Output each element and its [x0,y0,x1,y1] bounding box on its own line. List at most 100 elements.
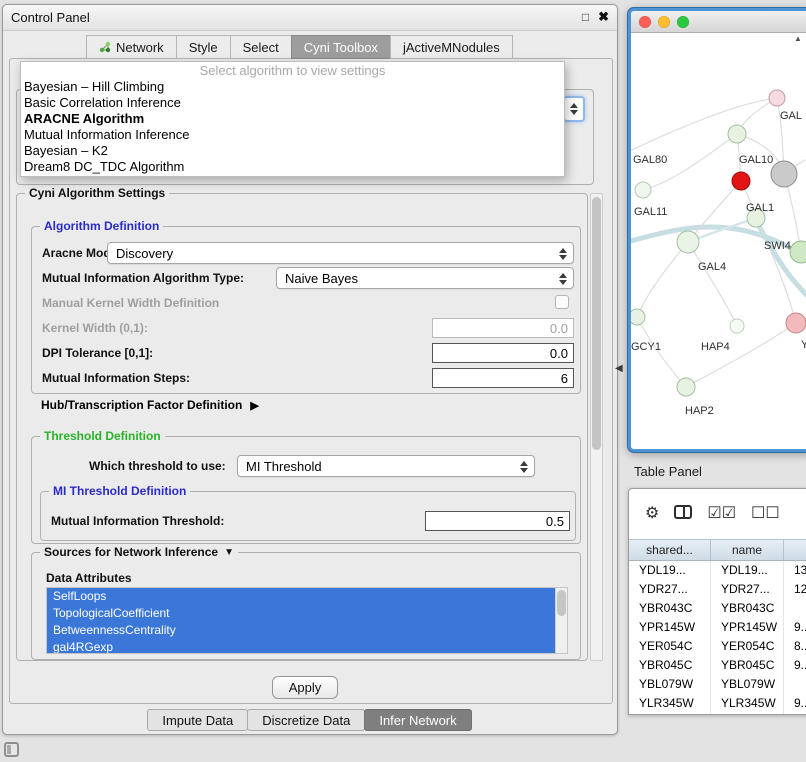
which-threshold-select[interactable]: MI Threshold [237,455,535,477]
table-cell: YBL079W [711,675,784,694]
algorithm-option[interactable]: Mutual Information Inference [21,127,564,143]
aracne-mode-select[interactable]: Discovery [107,242,574,264]
attribute-item[interactable]: gal4RGexp [47,639,567,654]
table-row[interactable]: YBR043CYBR043C [629,599,806,618]
settings-scrollbar[interactable] [590,193,603,661]
columns-icon[interactable] [674,505,692,523]
tab-select[interactable]: Select [230,35,292,59]
select-rows-icon[interactable]: ☑☑ [707,506,736,522]
control-panel-titlebar[interactable]: Control Panel □ ✖ [3,5,617,31]
network-node[interactable] [790,241,806,263]
attribute-item[interactable]: TopologicalCoefficient [47,605,567,622]
table-row[interactable]: YDL19...YDL19...13... [629,561,806,580]
table-row[interactable]: YER054CYER054C8... [629,637,806,656]
network-view-window: GAL80GAL10GAL11GAL1SWI4GAL4GCY1HAP4HAP2G… [628,8,806,452]
column-header[interactable] [784,540,806,560]
tab-cyni-toolbox[interactable]: Cyni Toolbox [291,35,391,59]
tab-jactivemnodules[interactable]: jActiveMNodules [390,35,513,59]
sources-group-title[interactable]: Sources for Network Inference ▼ [40,545,238,559]
attribute-item[interactable]: BetweennessCentrality [47,622,567,639]
scroll-up-arrow-icon[interactable]: ▲ [794,34,802,43]
tab-label: jActiveMNodules [403,40,500,55]
tab-label: Style [189,40,218,55]
mi-threshold-group-title: MI Threshold Definition [49,484,190,498]
network-node[interactable] [786,313,806,333]
kernel-width-input[interactable] [432,318,574,338]
network-node[interactable] [771,161,797,187]
network-node-label: GAL4 [698,261,726,273]
network-node[interactable] [677,378,695,396]
table-cell: 13... [784,561,806,580]
tab-style[interactable]: Style [176,35,231,59]
network-node[interactable] [730,319,744,333]
which-threshold-value: MI Threshold [246,459,322,474]
apply-button[interactable]: Apply [272,676,338,699]
algorithm-option[interactable]: Bayesian – K2 [21,143,564,159]
table-row[interactable]: YDR27...YDR27...12... [629,580,806,599]
algorithm-option[interactable]: Basic Correlation Inference [21,95,564,111]
network-edge[interactable] [637,242,688,317]
mi-type-select[interactable]: Naive Bayes [276,267,574,289]
hub-definition-toggle[interactable]: Hub/Transcription Factor Definition ▶ [41,398,259,412]
table-row[interactable]: YPR145WYPR145W9... [629,618,806,637]
mi-steps-input[interactable] [432,368,574,388]
algorithm-dropdown-popup: Select algorithm to view settings Bayesi… [20,61,565,177]
combo-down-arrow-icon [570,110,578,115]
threshold-definition-title: Threshold Definition [40,429,165,443]
combo-up-arrow-icon [570,103,578,108]
table-row[interactable]: YBL079WYBL079W [629,675,806,694]
table-cell: YIL052C [711,713,784,714]
traffic-lights [639,16,689,28]
aracne-mode-value: Discovery [116,246,173,261]
cyni-toolbox-panel: Select algorithm to view settings Bayesi… [9,58,613,704]
algorithm-option[interactable]: Dream8 DC_TDC Algorithm [21,159,564,175]
algorithm-option[interactable]: ARACNE Algorithm [21,111,564,127]
unselect-rows-icon[interactable]: ☐☐ [751,506,780,522]
zoom-button[interactable] [677,16,689,28]
tab-network[interactable]: Network [86,35,177,59]
network-node[interactable] [769,90,785,106]
table-row[interactable]: YIL052CYIL052C [629,713,806,714]
network-node[interactable] [728,125,746,143]
table-header: shared...name [629,539,806,561]
network-node[interactable] [631,309,645,325]
network-canvas[interactable]: GAL80GAL10GAL11GAL1SWI4GAL4GCY1HAP4HAP2G… [631,33,806,449]
list-scrollbar[interactable] [555,588,567,653]
table-cell: YBR043C [711,599,784,618]
list-scrollbar-thumb[interactable] [557,590,566,616]
tab-impute-data[interactable]: Impute Data [147,709,248,731]
mi-threshold-input[interactable] [425,511,570,531]
algorithm-option[interactable]: Bayesian – Hill Climbing [21,79,564,95]
dpi-tolerance-input[interactable] [432,343,574,363]
table-cell: YBR045C [629,656,711,675]
tab-infer-network[interactable]: Infer Network [364,709,471,731]
network-edge[interactable] [688,242,737,326]
settings-scrollbar-thumb[interactable] [592,197,601,450]
float-window-icon[interactable]: □ [582,10,589,24]
expand-arrow-icon: ▶ [250,399,258,412]
minimize-button[interactable] [658,16,670,28]
close-button[interactable] [639,16,651,28]
table-cell: 9... [784,618,806,637]
network-edge[interactable] [631,98,777,155]
table-row[interactable]: YBR045CYBR045C9... [629,656,806,675]
splitter-collapse-icon[interactable]: ◀ [615,363,623,374]
column-header[interactable]: name [711,540,784,560]
tab-discretize-data[interactable]: Discretize Data [247,709,365,731]
attribute-item[interactable]: SelfLoops [47,588,567,605]
settings-gear-icon[interactable]: ⚙ [645,506,659,522]
column-header[interactable]: shared... [629,540,711,560]
algorithm-select-combo-stub[interactable] [563,96,585,122]
network-window-titlebar[interactable] [631,11,806,33]
table-row[interactable]: YLR345WYLR345W9... [629,694,806,713]
close-window-icon[interactable]: ✖ [598,9,609,25]
network-node[interactable] [732,172,750,190]
network-edge[interactable] [686,323,796,387]
dpi-tolerance-label: DPI Tolerance [0,1]: [42,346,153,360]
network-node[interactable] [635,182,651,198]
table-cell: YDL19... [711,561,784,580]
table-panel-window: ⚙ ☑☑ ☐☐ shared...name YDL19...YDL19...13..… [628,488,806,715]
show-panel-icon[interactable] [4,742,19,757]
manual-kernel-checkbox[interactable] [555,295,569,309]
network-node[interactable] [677,231,699,253]
